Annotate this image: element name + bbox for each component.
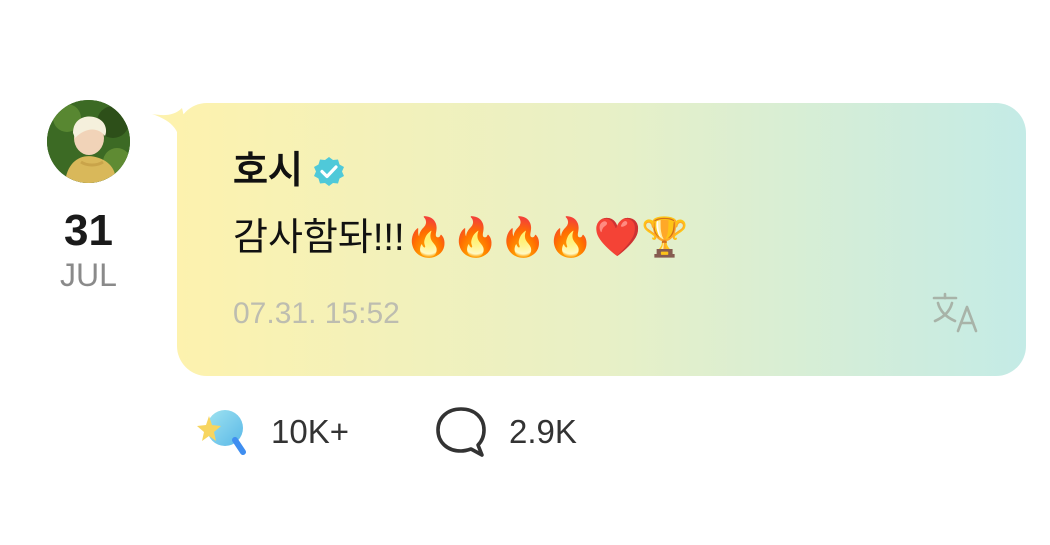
translate-icon[interactable] bbox=[930, 291, 984, 335]
date-month: JUL bbox=[60, 257, 117, 293]
comment-count: 2.9K bbox=[509, 413, 577, 450]
message-bubble[interactable]: 호시 감사함돠!!!🔥🔥🔥🔥❤️🏆 07.31. 15:52 bbox=[177, 103, 1026, 376]
author-row: 호시 bbox=[233, 149, 347, 193]
message-text: 감사함돠!!!🔥🔥🔥🔥❤️🏆 bbox=[233, 217, 689, 259]
avatar[interactable] bbox=[47, 100, 130, 183]
post-stats: 10K+ 2.9K bbox=[195, 402, 577, 462]
date-day: 31 bbox=[64, 206, 113, 255]
profile-photo bbox=[47, 100, 130, 183]
sparkle-like-icon[interactable] bbox=[195, 404, 251, 460]
comment-stat[interactable]: 2.9K bbox=[433, 404, 577, 460]
timestamp: 07.31. 15:52 bbox=[233, 297, 400, 330]
like-stat[interactable]: 10K+ bbox=[195, 404, 433, 460]
speech-bubble-icon[interactable] bbox=[433, 404, 489, 460]
verified-check-icon bbox=[311, 153, 347, 189]
like-count: 10K+ bbox=[271, 413, 349, 450]
author-name[interactable]: 호시 bbox=[233, 149, 303, 193]
